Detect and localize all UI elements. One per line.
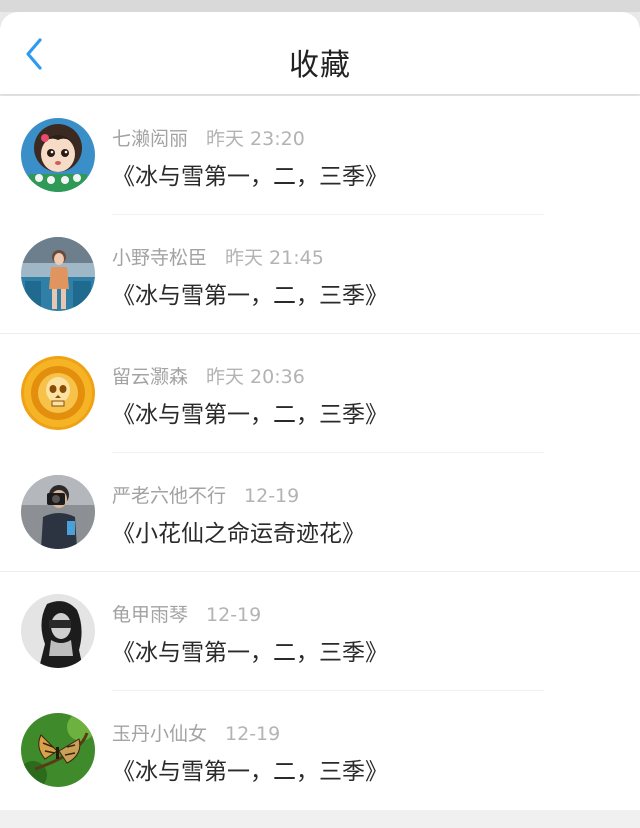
work-title[interactable]: 《冰与雪第一，二，三季》	[112, 752, 388, 786]
username[interactable]: 留云灏森	[112, 366, 188, 388]
username[interactable]: 小野寺松臣	[112, 247, 207, 269]
item-meta: 小野寺松臣 昨天 21:45	[112, 243, 324, 270]
item-meta: 玉丹小仙女 12-19	[112, 719, 280, 746]
work-title[interactable]: 《冰与雪第一，二，三季》	[112, 157, 388, 191]
username[interactable]: 七濑闳丽	[112, 128, 188, 150]
list-item[interactable]: 玉丹小仙女 12-19 《冰与雪第一，二，三季》	[0, 691, 640, 810]
timestamp: 昨天 21:45	[225, 247, 324, 269]
item-meta: 七濑闳丽 昨天 23:20	[112, 124, 305, 151]
list-item[interactable]: 留云灏森 昨天 20:36 《冰与雪第一，二，三季》	[0, 334, 640, 453]
work-title[interactable]: 《小花仙之命运奇迹花》	[112, 514, 365, 548]
list-item[interactable]: 七濑闳丽 昨天 23:20 《冰与雪第一，二，三季》	[0, 96, 640, 215]
list-item[interactable]: 小野寺松臣 昨天 21:45 《冰与雪第一，二，三季》	[0, 215, 640, 334]
item-meta: 严老六他不行 12-19	[112, 481, 299, 508]
golden-skull-avatar[interactable]	[21, 356, 95, 430]
page-title: 收藏	[289, 48, 351, 83]
timestamp: 12-19	[225, 723, 281, 745]
status-bar	[0, 0, 640, 12]
butterfly-avatar[interactable]	[21, 713, 95, 787]
photo-person-avatar[interactable]	[21, 237, 95, 311]
list-item[interactable]: 严老六他不行 12-19 《小花仙之命运奇迹花》	[0, 453, 640, 572]
work-title[interactable]: 《冰与雪第一，二，三季》	[112, 633, 388, 667]
timestamp: 12-19	[244, 485, 300, 507]
item-meta: 龟甲雨琴 12-19	[112, 600, 261, 627]
username[interactable]: 严老六他不行	[112, 485, 226, 507]
username[interactable]: 玉丹小仙女	[112, 723, 207, 745]
work-title[interactable]: 《冰与雪第一，二，三季》	[112, 395, 388, 429]
list-item[interactable]: 龟甲雨琴 12-19 《冰与雪第一，二，三季》	[0, 572, 640, 691]
timestamp: 昨天 23:20	[206, 128, 305, 150]
item-meta: 留云灏森 昨天 20:36	[112, 362, 305, 389]
favorites-page: 收藏 七濑闳丽 昨天 23:20 《冰与雪第一，二，三季》 小野寺松臣 昨天 2…	[0, 0, 640, 828]
bw-portrait-avatar[interactable]	[21, 594, 95, 668]
favorites-list: 七濑闳丽 昨天 23:20 《冰与雪第一，二，三季》 小野寺松臣 昨天 21:4…	[0, 96, 640, 810]
bottom-spacer	[0, 810, 640, 828]
camera-person-avatar[interactable]	[21, 475, 95, 549]
nav-bar: 收藏	[0, 12, 640, 94]
work-title[interactable]: 《冰与雪第一，二，三季》	[112, 276, 388, 310]
username[interactable]: 龟甲雨琴	[112, 604, 188, 626]
timestamp: 昨天 20:36	[206, 366, 305, 388]
cartoon-girl-avatar[interactable]	[21, 118, 95, 192]
timestamp: 12-19	[206, 604, 262, 626]
